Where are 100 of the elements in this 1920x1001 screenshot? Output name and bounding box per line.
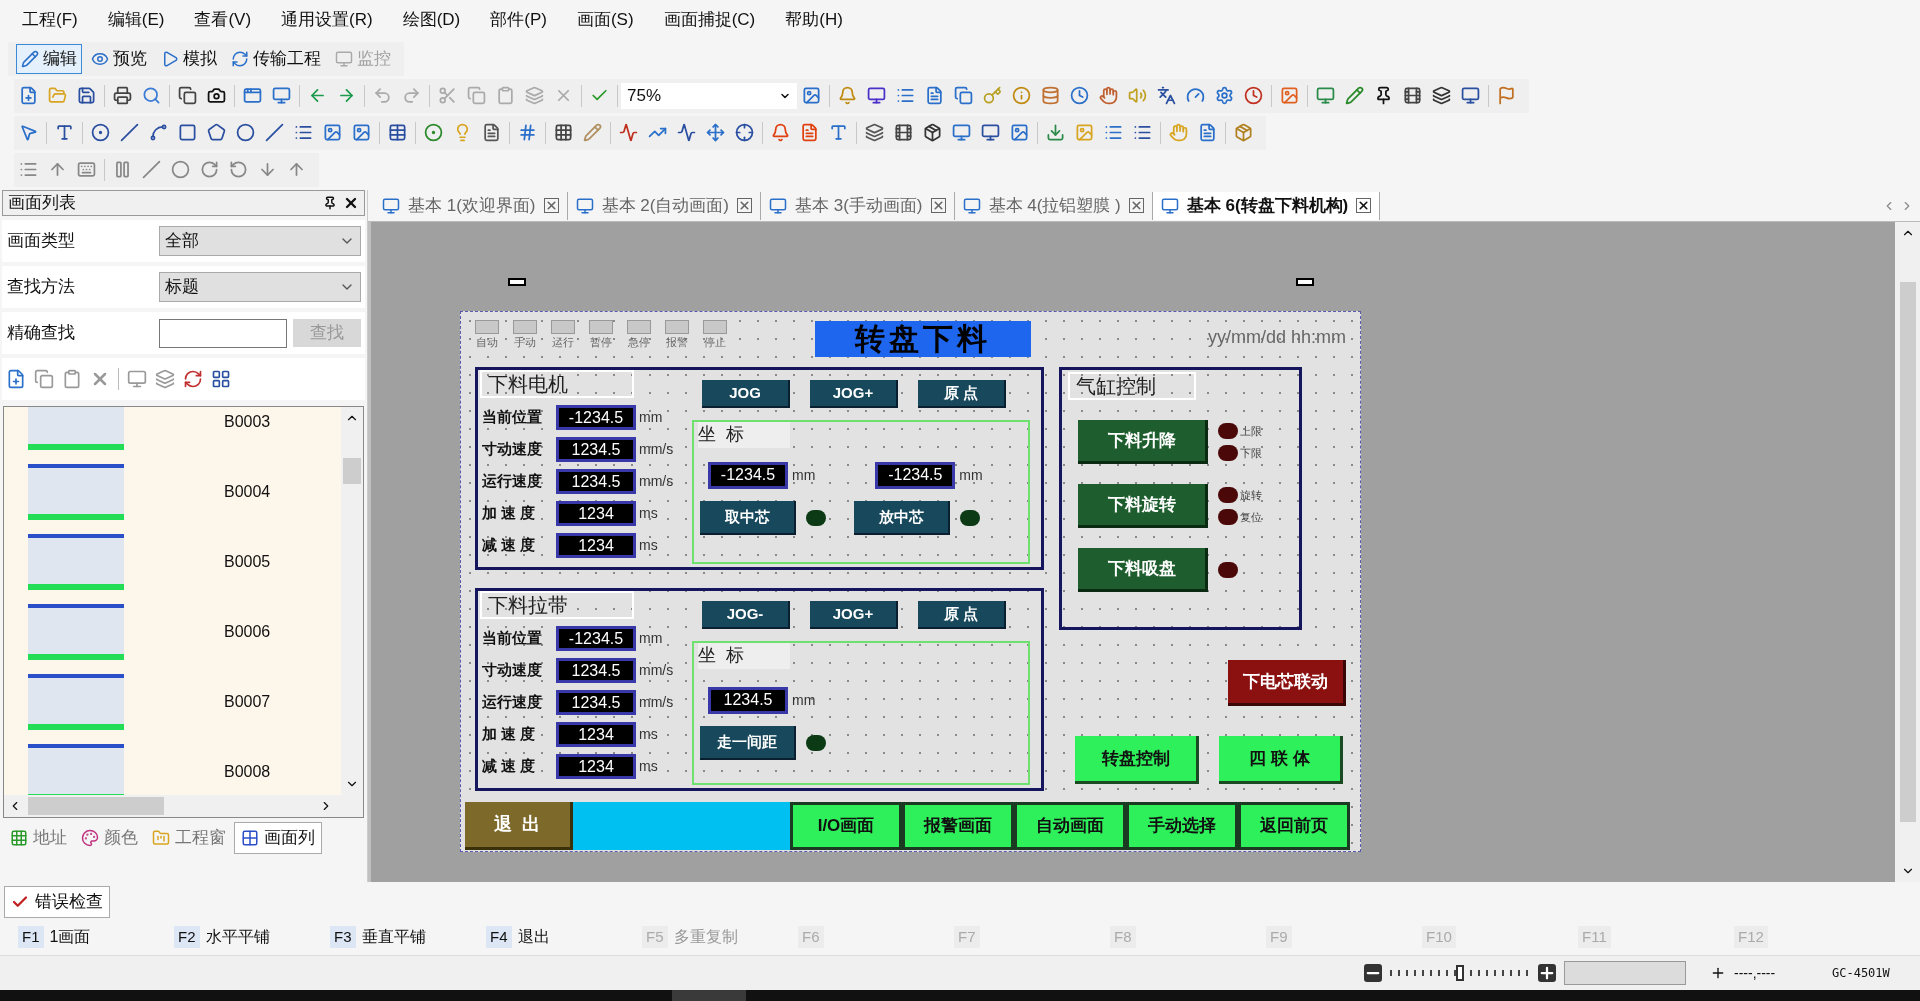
save-icon[interactable]: [77, 86, 96, 105]
new-file-icon[interactable]: [19, 86, 38, 105]
window-icon[interactable]: [243, 86, 262, 105]
control-button[interactable]: 转盘控制: [1075, 736, 1199, 785]
scroll-thumb[interactable]: [28, 797, 164, 815]
download-icon[interactable]: [1046, 123, 1065, 142]
value-field[interactable]: -1234.5: [875, 462, 956, 490]
document-tab[interactable]: 基本 6(转盘下料机构): [1152, 191, 1381, 220]
nav-button[interactable]: 自动画面: [1014, 801, 1126, 850]
monitor-icon[interactable]: [952, 123, 971, 142]
value-field[interactable]: 1234: [556, 722, 636, 748]
bell-icon[interactable]: [838, 86, 857, 105]
screen-list-item[interactable]: B0005: [4, 527, 341, 597]
menu-item[interactable]: 工程(F): [22, 7, 78, 33]
film-icon[interactable]: [1403, 86, 1422, 105]
printer-icon[interactable]: [113, 86, 132, 105]
canvas-scrollbar[interactable]: [1895, 222, 1920, 882]
clipboard-icon[interactable]: [496, 86, 515, 105]
action-button[interactable]: 放中芯: [854, 501, 950, 536]
function-key[interactable]: F2: [174, 925, 200, 948]
search-field[interactable]: [159, 318, 287, 348]
mode-button[interactable]: 传输工程: [226, 43, 326, 74]
filter-select[interactable]: 全部: [159, 226, 361, 256]
image-icon[interactable]: [1010, 123, 1029, 142]
layers-icon[interactable]: [865, 123, 884, 142]
document-tab[interactable]: 基本 3(手动画面): [761, 191, 955, 220]
dot-icon[interactable]: [91, 123, 110, 142]
slider-thumb[interactable]: [1456, 965, 1464, 981]
panel-tab[interactable]: 工程窗: [146, 822, 232, 854]
function-key[interactable]: F3: [330, 925, 356, 948]
panel-tab[interactable]: 地址: [4, 822, 73, 854]
value-field[interactable]: 1234.5: [556, 658, 636, 684]
function-key[interactable]: F1: [18, 925, 44, 948]
screen-list-item[interactable]: B0007: [4, 667, 341, 737]
crosshair-icon[interactable]: [735, 123, 754, 142]
linkage-button[interactable]: 下电芯联动: [1228, 660, 1346, 707]
clipboard-icon[interactable]: [62, 369, 82, 389]
function-label[interactable]: 1画面: [49, 924, 91, 949]
list-icon[interactable]: [896, 86, 915, 105]
menu-item[interactable]: 帮助(H): [785, 7, 843, 33]
flag-icon[interactable]: [1497, 86, 1516, 105]
panel-tab[interactable]: 画面列: [234, 822, 322, 854]
output-tab[interactable]: 错误检查: [4, 886, 110, 918]
hand-icon[interactable]: [1099, 86, 1118, 105]
menu-item[interactable]: 部件(P): [490, 7, 547, 33]
panel-tab[interactable]: 颜色: [75, 822, 144, 854]
vertical-scrollbar[interactable]: [341, 407, 363, 795]
monitor-icon[interactable]: [272, 86, 291, 105]
gauge-icon[interactable]: [1186, 86, 1205, 105]
value-field[interactable]: 1234.5: [556, 690, 636, 716]
document-icon[interactable]: [1198, 123, 1217, 142]
grid-icon[interactable]: [211, 369, 231, 389]
pointer-icon[interactable]: [19, 123, 38, 142]
table-icon[interactable]: [388, 123, 407, 142]
pencil-icon[interactable]: [1345, 86, 1364, 105]
gear-icon[interactable]: [1215, 86, 1234, 105]
document-icon[interactable]: [482, 123, 501, 142]
picture-icon[interactable]: [352, 123, 371, 142]
camera-icon[interactable]: [207, 86, 226, 105]
exit-button[interactable]: 退 出: [465, 801, 573, 850]
rotate-icon[interactable]: [200, 160, 219, 179]
mode-button[interactable]: 预览: [86, 43, 152, 74]
zoom-select[interactable]: 75%: [621, 82, 797, 109]
monitor-icon[interactable]: [1316, 86, 1335, 105]
text-box-icon[interactable]: [829, 123, 848, 142]
number-icon[interactable]: [518, 123, 537, 142]
magnifier-icon[interactable]: [142, 86, 161, 105]
nav-button[interactable]: 报警画面: [902, 801, 1014, 850]
clock-icon[interactable]: [1070, 86, 1089, 105]
image-icon[interactable]: [323, 123, 342, 142]
nav-button[interactable]: 返回前页: [1238, 801, 1350, 850]
horizontal-scrollbar[interactable]: [4, 795, 363, 817]
line-icon[interactable]: [120, 123, 139, 142]
monitor-icon[interactable]: [1461, 86, 1480, 105]
alarm-icon[interactable]: [771, 123, 790, 142]
polyline-icon[interactable]: [149, 123, 168, 142]
menu-item[interactable]: 画面捕捉(C): [663, 7, 756, 33]
zoom-out-icon[interactable]: [1364, 964, 1382, 982]
action-button[interactable]: 走一间距: [700, 726, 796, 761]
screen-list-item[interactable]: B0008: [4, 737, 341, 795]
function-label[interactable]: 水平平铺: [205, 924, 270, 949]
pin-icon[interactable]: [323, 196, 337, 210]
menu-item[interactable]: 画面(S): [576, 7, 634, 33]
filter-select[interactable]: 标题: [159, 272, 361, 302]
rectangle-icon[interactable]: [178, 123, 197, 142]
grid-icon[interactable]: [554, 123, 573, 142]
package-icon[interactable]: [923, 123, 942, 142]
cylinder-button[interactable]: 下料吸盘: [1078, 548, 1208, 593]
menu-item[interactable]: 查看(V): [194, 7, 252, 33]
value-field[interactable]: 1234: [556, 501, 636, 527]
keyboard-icon[interactable]: [77, 160, 96, 179]
refresh-icon[interactable]: [183, 369, 203, 389]
nav-button[interactable]: 手动选择: [1126, 801, 1238, 850]
monitor-icon[interactable]: [981, 123, 1000, 142]
database-icon[interactable]: [1041, 86, 1060, 105]
value-field[interactable]: -1234.5: [556, 626, 636, 652]
language-icon[interactable]: [1157, 86, 1176, 105]
scroll-thumb[interactable]: [1899, 282, 1916, 822]
value-field[interactable]: -1234.5: [556, 405, 636, 431]
film-icon[interactable]: [894, 123, 913, 142]
